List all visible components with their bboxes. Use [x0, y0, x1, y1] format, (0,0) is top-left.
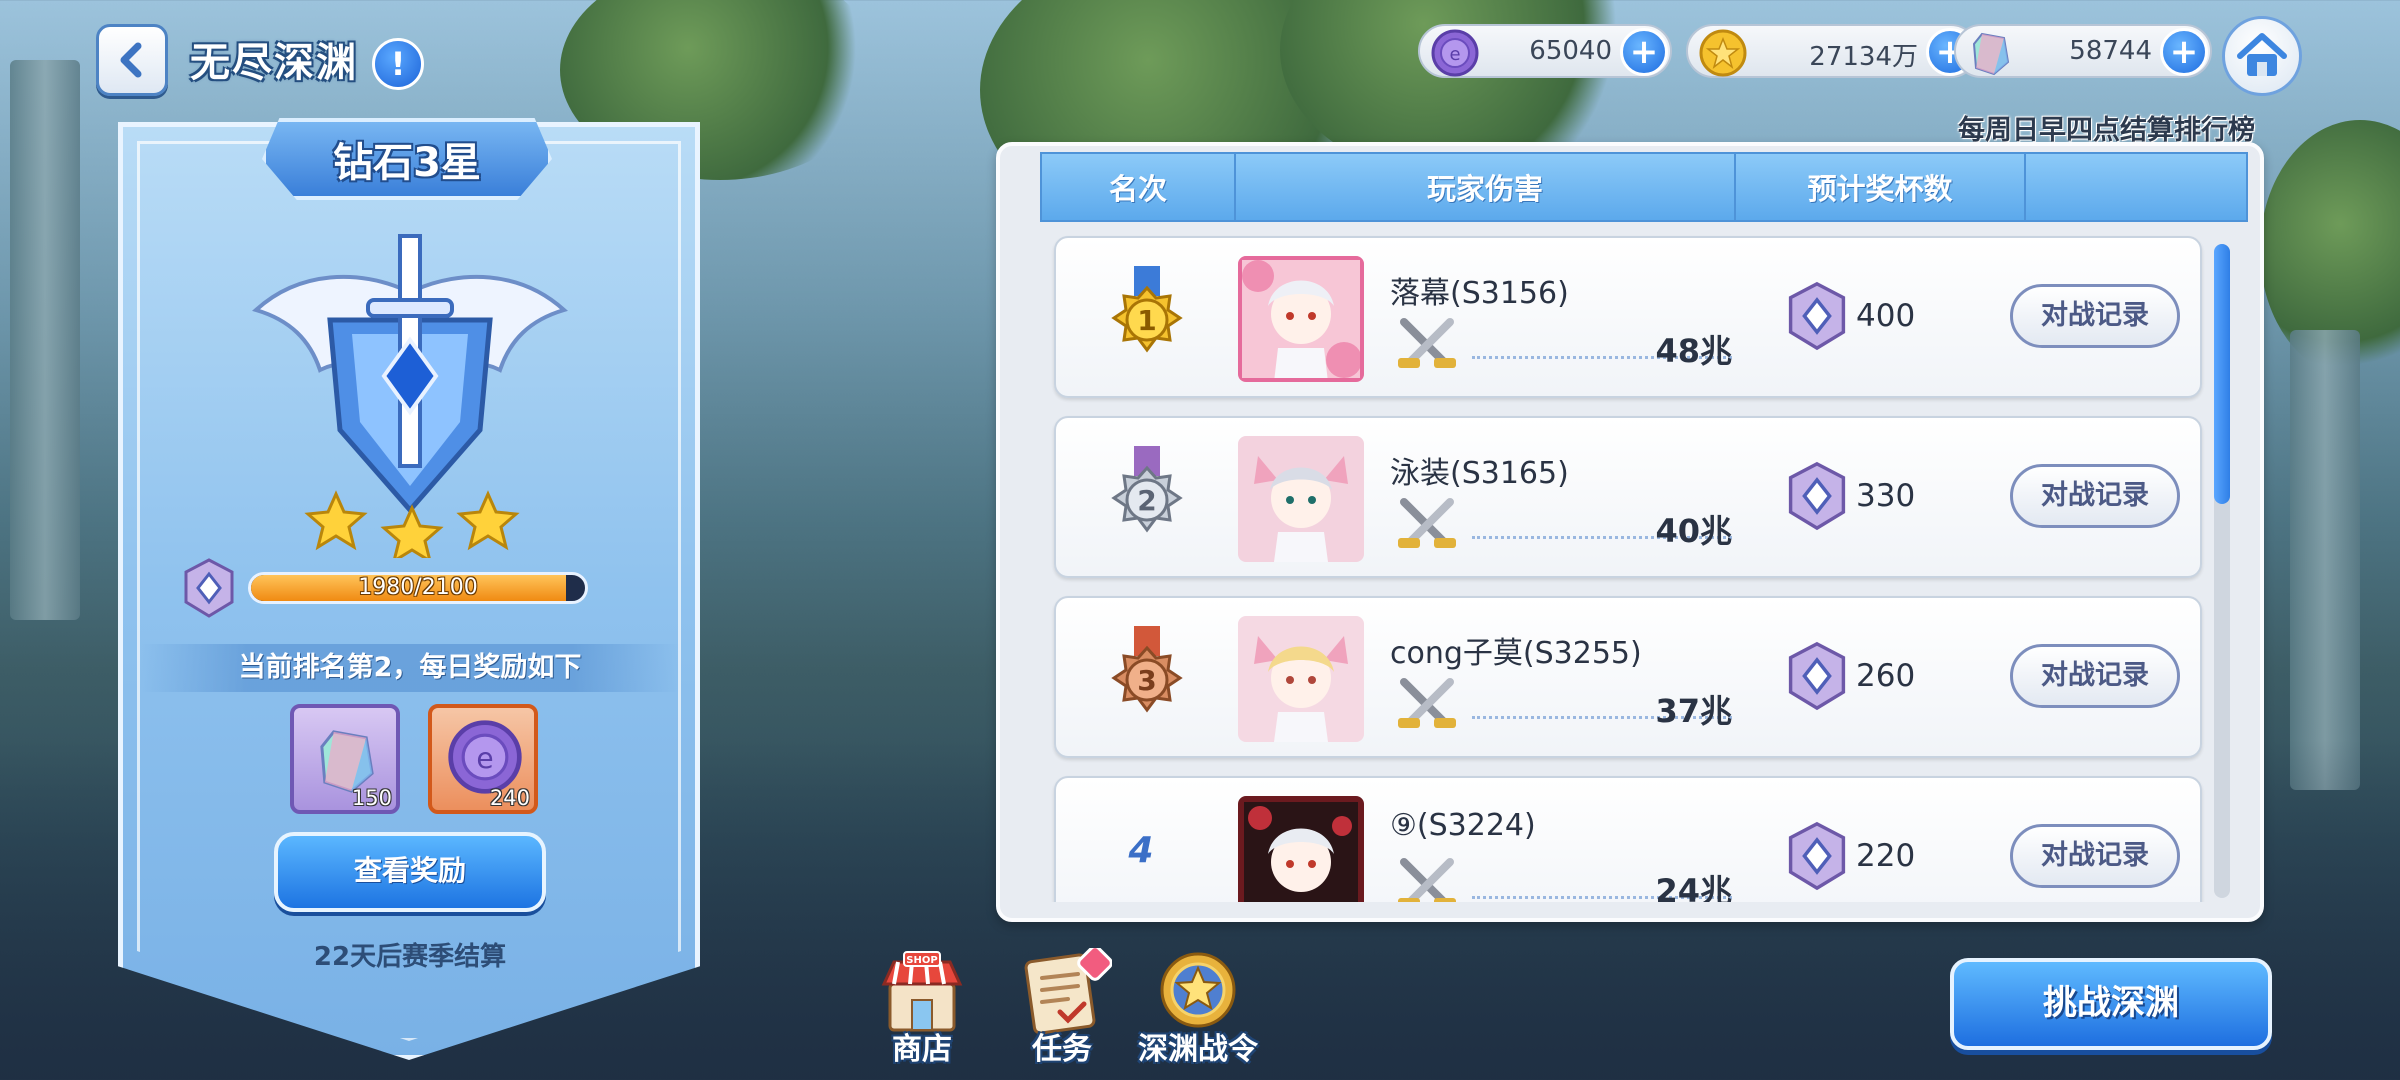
- task-button[interactable]: 任务: [1002, 948, 1122, 1068]
- reward-item-crystal[interactable]: 150: [290, 704, 400, 814]
- trophy-badge-icon: [1788, 281, 1846, 351]
- purple-coin-amount: 65040: [1529, 36, 1612, 66]
- ranking-row: 4 ⑨(S3224) 24兆 220 对战记录: [1054, 776, 2202, 902]
- svg-text:e: e: [1449, 44, 1460, 65]
- svg-text:3: 3: [1137, 664, 1156, 697]
- expected-trophies: 330: [1856, 478, 1916, 514]
- crossed-swords-icon: [1398, 678, 1456, 728]
- trophy-badge-icon: [1788, 821, 1846, 891]
- reward-quantity: 150: [351, 786, 392, 810]
- shop-sign: SHOP: [906, 955, 937, 966]
- player-name: cong子莫(S3255): [1390, 636, 1642, 671]
- ranking-list[interactable]: 1 落幕(S3156) 48兆 400 对战记录 2 泳装(S3165) 40兆…: [1050, 232, 2230, 902]
- player-damage: 48兆: [1655, 332, 1732, 370]
- challenge-abyss-button[interactable]: 挑战深渊: [1950, 958, 2272, 1050]
- ranking-row: 3 cong子莫(S3255) 37兆 260 对战记录: [1054, 596, 2202, 758]
- info-button[interactable]: !: [372, 38, 424, 90]
- battle-record-button[interactable]: 对战记录: [2010, 464, 2180, 528]
- expected-trophies: 400: [1856, 298, 1916, 334]
- ranking-table-header: 名次 玩家伤害 预计奖杯数: [1040, 152, 2248, 222]
- expected-trophies: 220: [1856, 838, 1916, 874]
- rank-stars: [304, 490, 520, 558]
- player-damage: 24兆: [1655, 872, 1732, 902]
- rank-number: 4: [1128, 830, 1154, 871]
- page-title: 无尽深渊: [190, 40, 358, 86]
- column-header-trophies: 预计奖杯数: [1736, 154, 2026, 220]
- currency-gold-coin: 27134万 +: [1686, 24, 1978, 78]
- svg-text:2: 2: [1137, 484, 1156, 517]
- add-purple-coin-button[interactable]: +: [1620, 28, 1668, 76]
- ranking-scrollbar-thumb[interactable]: [2214, 244, 2230, 504]
- star-icon: [380, 504, 444, 558]
- purple-coin-icon: e: [1431, 29, 1479, 77]
- player-damage: 40兆: [1655, 512, 1732, 550]
- star-icon: [456, 490, 520, 551]
- home-icon: [2237, 33, 2287, 76]
- player-avatar[interactable]: [1238, 616, 1364, 742]
- ranking-scrollbar[interactable]: [2214, 244, 2230, 898]
- back-button[interactable]: [96, 24, 168, 96]
- home-button[interactable]: [2222, 16, 2302, 96]
- task-scroll-icon: [1024, 948, 1112, 1034]
- player-name: 泳装(S3165): [1390, 456, 1569, 491]
- purple-coin-icon: e: [448, 720, 522, 794]
- ranking-row: 2 泳装(S3165) 40兆 330 对战记录: [1054, 416, 2202, 578]
- crossed-swords-icon: [1398, 858, 1456, 902]
- trophy-badge-icon: [1788, 641, 1846, 711]
- diamond-rank-emblem-icon: [252, 234, 568, 514]
- gold-coin-icon: [1699, 29, 1747, 77]
- star-icon: [304, 490, 368, 551]
- crossed-swords-icon: [1398, 498, 1456, 548]
- crystal-icon: [1972, 32, 2010, 76]
- shop-button[interactable]: SHOP 商店: [862, 948, 982, 1068]
- battle-record-button[interactable]: 对战记录: [2010, 284, 2180, 348]
- rank-tier-banner: 钻石3星: [262, 118, 552, 200]
- battle-pass-button[interactable]: 深渊战令: [1138, 948, 1258, 1068]
- gold-coin-amount: 27134万: [1809, 42, 1918, 72]
- view-reward-button[interactable]: 查看奖励: [274, 832, 546, 912]
- rank-progress-text: 1980/2100: [358, 575, 478, 600]
- crossed-swords-icon: [1398, 318, 1456, 368]
- gold-medal-icon: 1: [1111, 266, 1183, 353]
- silver-medal-icon: 2: [1111, 446, 1183, 533]
- battle-record-button[interactable]: 对战记录: [2010, 824, 2180, 888]
- player-damage: 37兆: [1655, 692, 1732, 730]
- trophy-badge-icon: [184, 558, 234, 618]
- player-avatar[interactable]: [1238, 436, 1364, 562]
- player-name: 落幕(S3156): [1390, 276, 1569, 311]
- ranking-row: 1 落幕(S3156) 48兆 400 对战记录: [1054, 236, 2202, 398]
- expected-trophies: 260: [1856, 658, 1916, 694]
- reward-quantity: 240: [489, 786, 530, 810]
- svg-text:e: e: [476, 742, 493, 775]
- battle-pass-label: 深渊战令: [1138, 1032, 1258, 1067]
- shop-icon: SHOP: [881, 951, 963, 1032]
- column-header-rank: 名次: [1042, 154, 1236, 220]
- player-avatar[interactable]: [1238, 256, 1364, 382]
- bronze-medal-icon: 3: [1111, 626, 1183, 713]
- player-name: ⑨(S3224): [1390, 808, 1536, 843]
- season-end-countdown: 22天后赛季结算: [313, 942, 507, 972]
- svg-text:1: 1: [1137, 304, 1156, 337]
- reward-item-purple-coin[interactable]: e 240: [428, 704, 538, 814]
- rank-progress: 1980/2100: [182, 558, 592, 618]
- trophy-badge-icon: [1788, 461, 1846, 531]
- player-avatar[interactable]: [1238, 796, 1364, 902]
- column-header-damage: 玩家伤害: [1236, 154, 1736, 220]
- battle-pass-star-icon: [1160, 952, 1236, 1028]
- crystal-amount: 58744: [2069, 36, 2152, 66]
- rank-tier-label: 钻石3星: [333, 140, 481, 186]
- currency-purple-coin: e 65040 +: [1418, 24, 1672, 78]
- daily-reward-caption: 当前排名第2，每日奖励如下: [140, 644, 680, 692]
- rank-progress-bar: 1980/2100: [248, 572, 588, 604]
- currency-crystal: 58744 +: [1954, 24, 2212, 78]
- battle-record-button[interactable]: 对战记录: [2010, 644, 2180, 708]
- chevron-left-icon: [120, 42, 142, 78]
- shop-label: 商店: [892, 1032, 952, 1067]
- add-crystal-button[interactable]: +: [2160, 28, 2208, 76]
